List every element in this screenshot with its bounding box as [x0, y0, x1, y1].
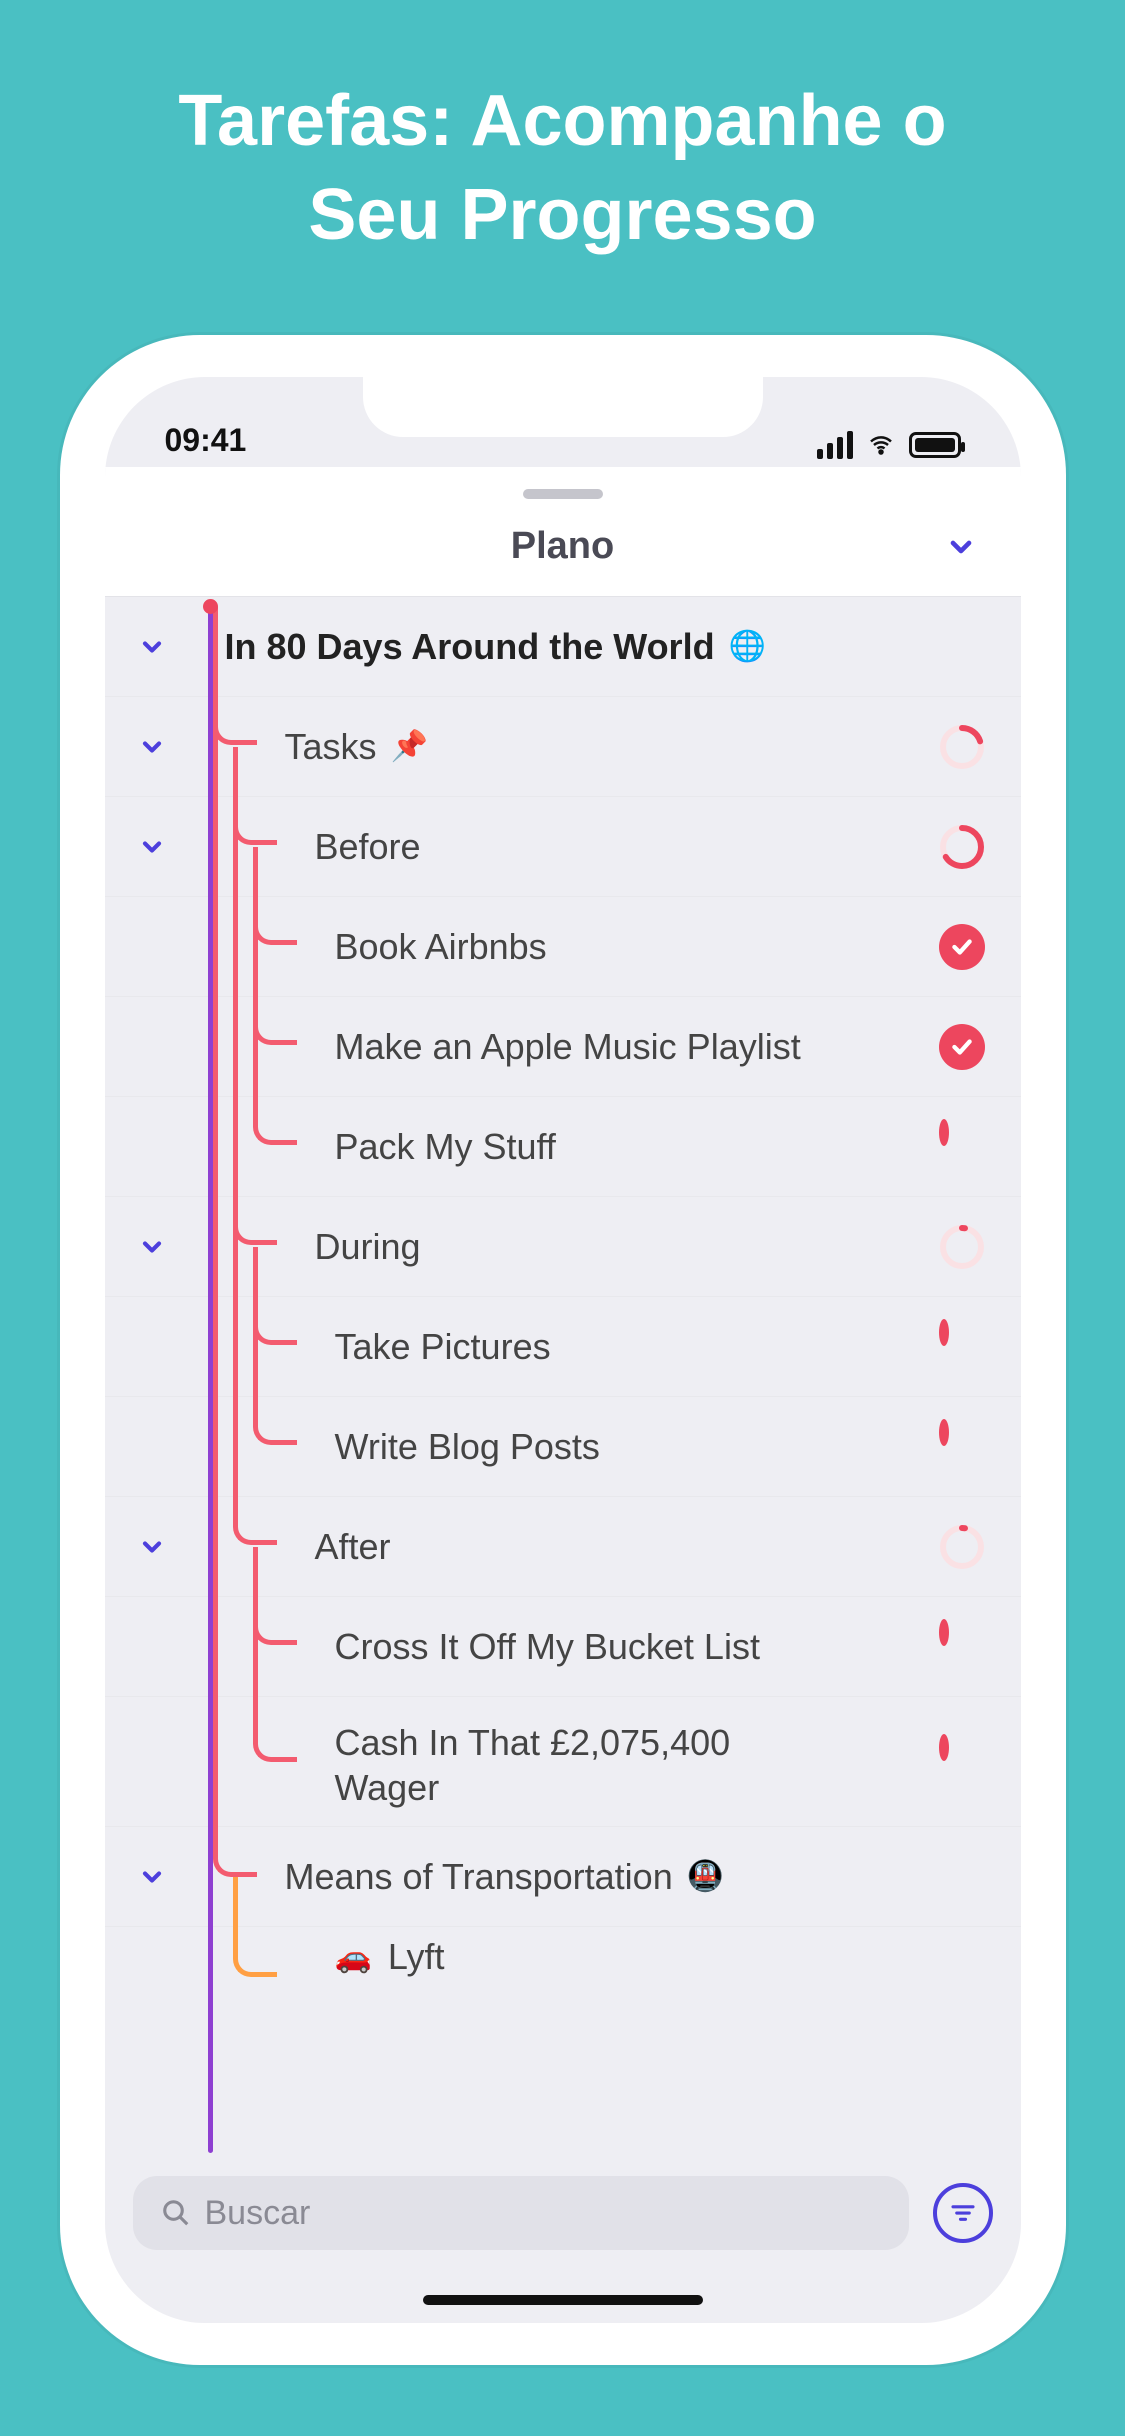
notch [363, 377, 763, 437]
globe-icon: 🌐 [729, 629, 766, 664]
search-input[interactable]: Buscar [133, 2176, 909, 2250]
chevron-down-icon[interactable] [127, 1222, 177, 1272]
tree-item-label: Means of Transportation [285, 1856, 673, 1898]
pushpin-icon: 📌 [391, 729, 428, 764]
chevron-down-icon[interactable] [127, 822, 177, 872]
tree-item-label: Write Blog Posts [335, 1426, 600, 1468]
tree-item-label: After [315, 1526, 391, 1568]
train-icon: 🚇 [687, 1859, 724, 1894]
tree-item-label: Tasks [285, 726, 377, 768]
progress-ring-icon [939, 1224, 985, 1270]
filter-button[interactable] [933, 2183, 993, 2243]
marketing-title: Tarefas: Acompanhe o Seu Progresso [0, 0, 1125, 302]
tree-item-label: Cash In That £2,075,400 Wager [335, 1720, 755, 1810]
progress-ring-icon [939, 724, 985, 770]
search-icon [161, 2198, 191, 2228]
battery-icon [909, 432, 961, 458]
progress-ring-icon [939, 1524, 985, 1570]
chevron-down-icon[interactable] [127, 1522, 177, 1572]
wifi-icon [865, 433, 897, 457]
signal-icon [817, 431, 853, 459]
tree-item-label: Make an Apple Music Playlist [335, 1026, 801, 1068]
bottom-toolbar: Buscar [105, 2153, 1021, 2273]
root-spine [208, 605, 213, 2153]
tree-item-label: Take Pictures [335, 1326, 551, 1368]
header-title: Plano [511, 525, 614, 568]
status-time: 09:41 [165, 422, 247, 459]
chevron-down-icon[interactable] [127, 722, 177, 772]
tree-item-label: Cross It Off My Bucket List [335, 1626, 760, 1668]
chevron-down-icon[interactable] [127, 1852, 177, 1902]
phone-mockup: 09:41 Plano [60, 335, 1066, 2365]
app-header: Plano [105, 467, 1021, 597]
tree-item-label: Pack My Stuff [335, 1126, 556, 1168]
sheet-grabber[interactable] [523, 489, 603, 499]
tree-item-label: In 80 Days Around the World [225, 626, 715, 668]
tree-item-label: Book Airbnbs [335, 926, 547, 968]
check-empty-icon[interactable] [939, 1624, 985, 1670]
tree-item-label: During [315, 1226, 421, 1268]
root-dot-icon [203, 599, 218, 614]
search-placeholder: Buscar [205, 2194, 311, 2233]
tree-item-label: Before [315, 826, 421, 868]
check-empty-icon[interactable] [939, 1324, 985, 1370]
header-dropdown-button[interactable] [945, 531, 977, 568]
tree-item-label: Lyft [388, 1936, 445, 1978]
outline-tree[interactable]: In 80 Days Around the World 🌐 Tasks 📌 Befo… [105, 597, 1021, 2153]
chevron-down-icon[interactable] [127, 622, 177, 672]
check-complete-icon[interactable] [939, 924, 985, 970]
check-complete-icon[interactable] [939, 1024, 985, 1070]
check-empty-icon[interactable] [939, 1424, 985, 1470]
progress-ring-icon [939, 824, 985, 870]
home-indicator[interactable] [423, 2295, 703, 2305]
car-icon: 🚗 [335, 1940, 372, 1975]
check-empty-icon[interactable] [939, 1739, 985, 1785]
check-empty-icon[interactable] [939, 1124, 985, 1170]
